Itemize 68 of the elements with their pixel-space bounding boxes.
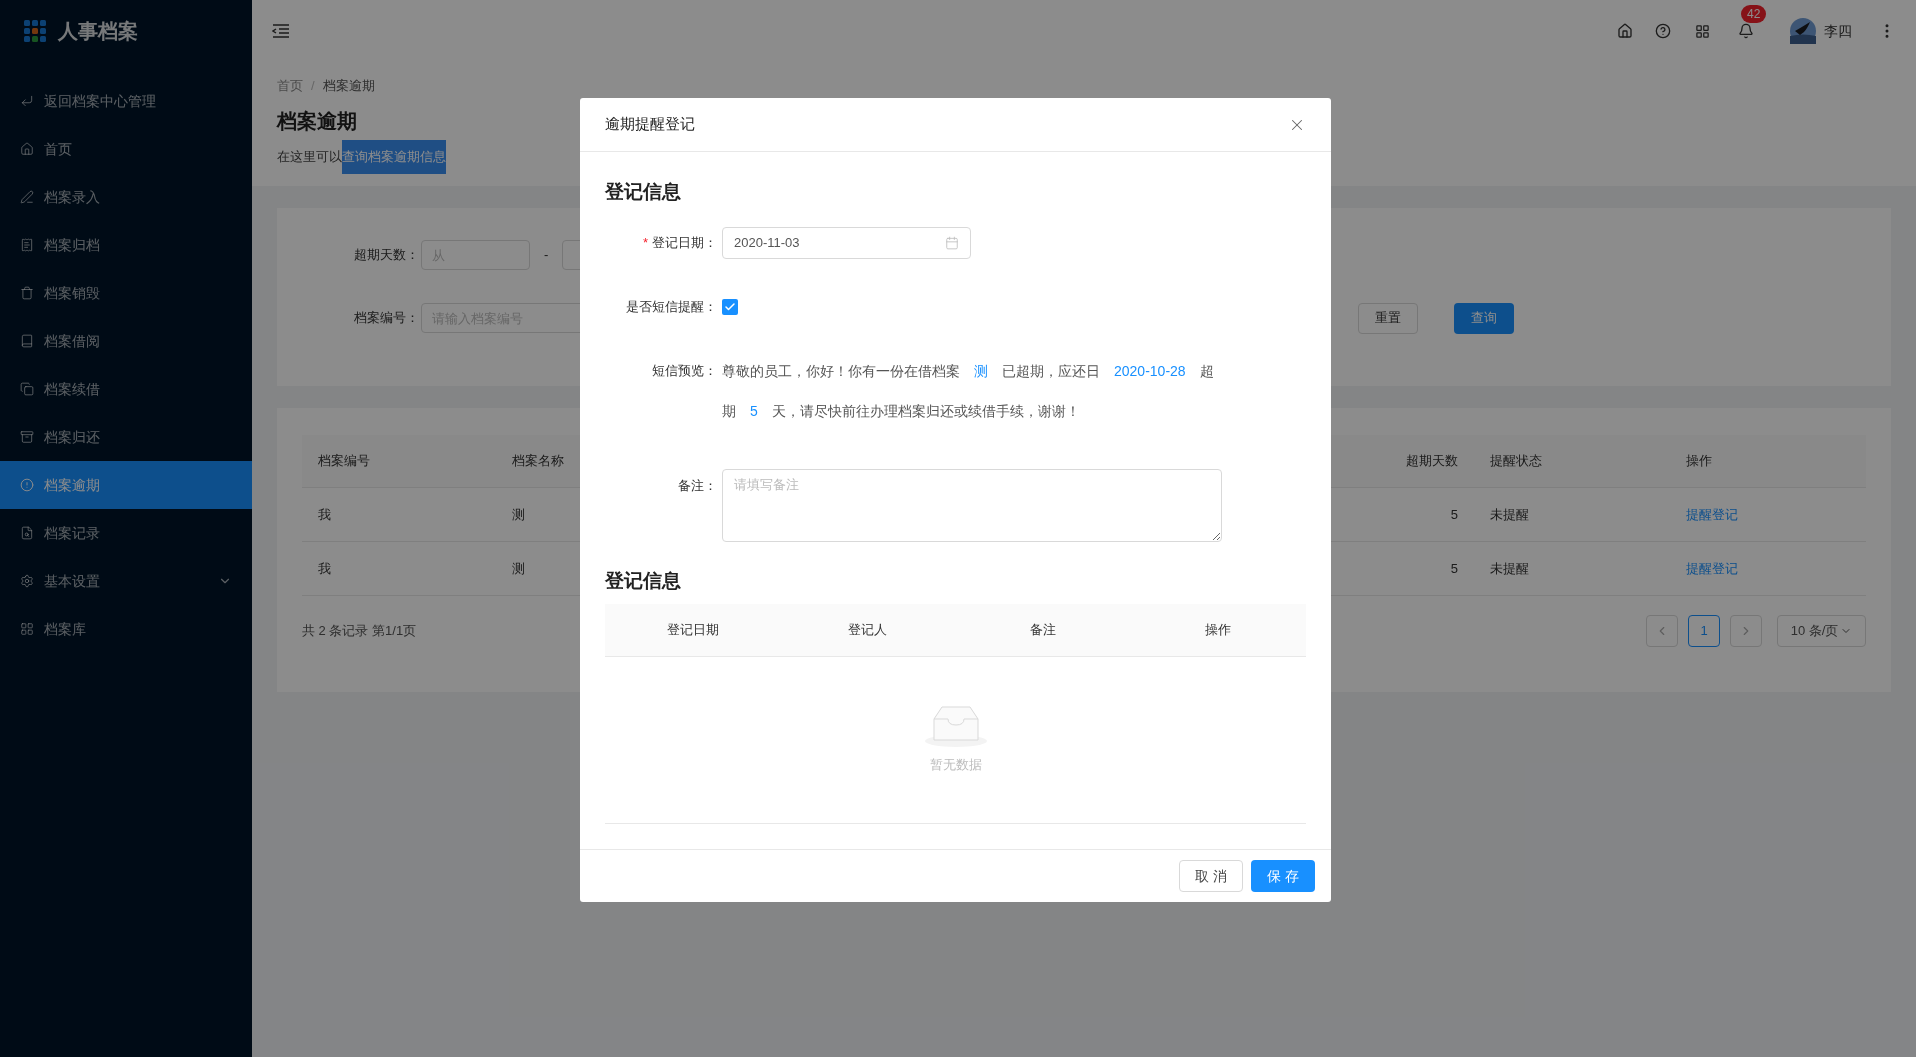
- sidebar-item[interactable]: 档案归档: [0, 221, 252, 269]
- notification-icon[interactable]: [1738, 23, 1754, 39]
- table-cell-text: 测: [512, 559, 525, 578]
- sms-preview: 尊敬的员工，你好！你有一份在借档案 测 已超期，应还日 2020-10-28 超期 5 天，请尽快前往办理档案归还或续借手续，谢谢！: [722, 362, 1215, 421]
- reset-button[interactable]: 重置: [1358, 302, 1418, 334]
- breadcrumb-separator: /: [311, 77, 315, 95]
- sidebar-item[interactable]: 首页: [0, 125, 252, 173]
- breadcrumb-item[interactable]: 首页: [277, 76, 303, 96]
- breadcrumb-item: 档案逾期: [322, 77, 375, 95]
- empty-text: 暂无数据: [929, 756, 982, 775]
- page-button[interactable]: 1: [1688, 614, 1720, 647]
- sidebar-item[interactable]: 档案录入: [0, 173, 252, 221]
- check-icon: [724, 301, 736, 313]
- action-link[interactable]: 提醒登记: [1686, 558, 1738, 579]
- logo-icon: [24, 20, 46, 42]
- table-cell-text: 未提醒: [1490, 559, 1529, 578]
- page-description: 在这里可以: [277, 147, 342, 166]
- column-header: 登记人: [848, 621, 888, 640]
- field-label: 短信预览：: [651, 362, 717, 380]
- field-label: 档案编号：: [353, 309, 419, 328]
- sidebar-item[interactable]: 档案逾期: [0, 461, 252, 509]
- section-title: 登记信息: [605, 568, 682, 593]
- field-label: 备注：: [677, 477, 717, 495]
- range-separator: -: [544, 246, 549, 265]
- field-label: 超期天数：: [353, 246, 419, 265]
- modal-title: 逾期提醒登记: [605, 114, 695, 135]
- page-title: 档案逾期: [277, 108, 357, 134]
- date-field[interactable]: 2020-11-03: [722, 227, 971, 259]
- field-label: 登记日期：: [652, 234, 717, 253]
- action-link[interactable]: 提醒登记: [1686, 504, 1738, 525]
- required-mark: *: [642, 234, 648, 253]
- sidebar-item[interactable]: 档案销毁: [0, 269, 252, 317]
- calendar-icon: [945, 236, 959, 250]
- column-header: 操作: [1205, 621, 1232, 640]
- sidebar-item[interactable]: 档案借阅: [0, 317, 252, 365]
- checkbox[interactable]: [722, 299, 738, 315]
- search-button[interactable]: 查询: [1454, 302, 1514, 334]
- empty-inbox-icon: [923, 705, 988, 748]
- home-icon[interactable]: [1617, 23, 1633, 39]
- app-title: 人事档案: [58, 19, 138, 44]
- sidebar-item[interactable]: 基本设置: [0, 557, 252, 605]
- selected-text: 查询档案逾期信息: [342, 139, 446, 174]
- help-icon[interactable]: [1655, 23, 1671, 39]
- section-title: 登记信息: [605, 179, 682, 204]
- user-name[interactable]: 李四: [1824, 20, 1852, 42]
- alert-icon: [20, 478, 34, 492]
- avatar[interactable]: [1790, 18, 1816, 44]
- column-header: 登记日期: [666, 621, 719, 640]
- table-cell-text: 我: [318, 559, 331, 578]
- record-summary: 共 2 条记录 第1/1页: [302, 621, 417, 640]
- cancel-button[interactable]: 取 消: [1179, 860, 1243, 892]
- sidebar-item[interactable]: 档案记录: [0, 509, 252, 557]
- table-cell-text: 测: [512, 505, 525, 524]
- sidebar-item[interactable]: 返回档案中心管理: [0, 77, 252, 125]
- notification-badge: 42: [1741, 5, 1767, 23]
- sidebar-item[interactable]: 档案续借: [0, 365, 252, 413]
- sidebar-item[interactable]: 档案归还: [0, 413, 252, 461]
- sidebar-item[interactable]: 档案库: [0, 605, 252, 653]
- table-cell-text: 5: [1450, 559, 1458, 578]
- save-button[interactable]: 保 存: [1251, 860, 1315, 892]
- table-cell-text: 5: [1450, 505, 1458, 524]
- collapse-menu-icon[interactable]: [272, 23, 290, 39]
- table-cell-text: 我: [318, 505, 331, 524]
- table-cell-text: 未提醒: [1490, 505, 1529, 524]
- page-size-select[interactable]: 10 条/页: [1777, 614, 1866, 647]
- grid-icon[interactable]: [1695, 23, 1710, 39]
- remark-field[interactable]: 请填写备注: [722, 469, 1222, 542]
- column-header: 备注: [1030, 621, 1057, 640]
